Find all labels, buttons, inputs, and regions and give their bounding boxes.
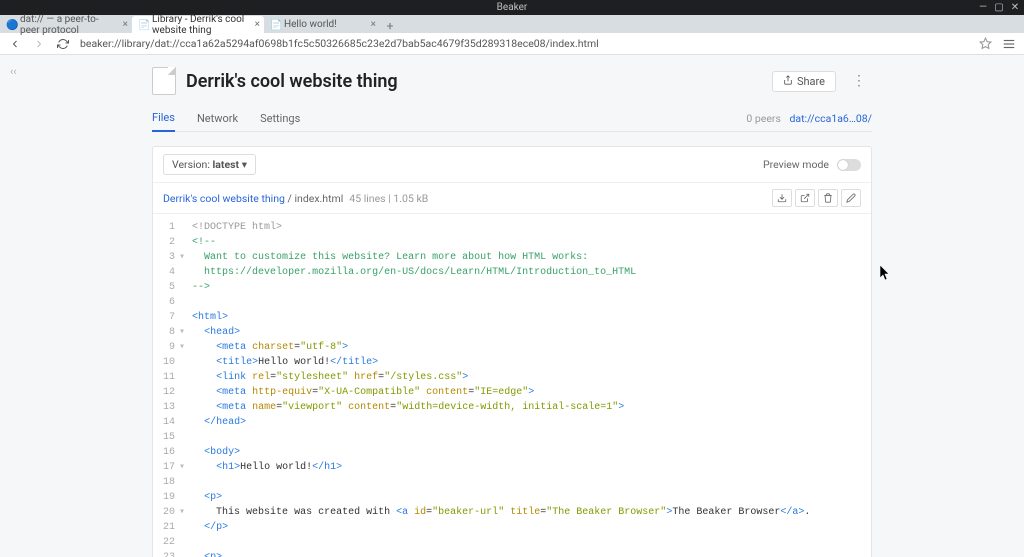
share-label: Share <box>797 75 825 88</box>
maximize-icon[interactable]: ▢ <box>994 2 1004 13</box>
close-tab-icon[interactable]: × <box>255 19 260 30</box>
minimize-icon[interactable]: — <box>978 2 988 13</box>
close-tab-icon[interactable]: × <box>123 19 128 30</box>
download-button[interactable] <box>772 189 792 207</box>
line-number-gutter: 1 2 3 4 5 6 7 8 9 10 11 12 13 14 15 16 1… <box>153 214 179 557</box>
library-subnav: Files Network Settings 0 peers dat://cca… <box>152 105 872 132</box>
tab-label: dat:// — a peer-to-peer protocol <box>20 14 114 36</box>
tab-library[interactable]: 📄 Library - Derrik's cool website thing … <box>132 16 264 33</box>
close-icon[interactable]: ✕ <box>1010 2 1020 13</box>
collapse-sidebar-icon[interactable]: ‹‹ <box>10 65 17 78</box>
breadcrumb: Derrik's cool website thing / index.html <box>163 192 343 205</box>
version-value: latest <box>213 158 240 171</box>
fold-gutter: ▾ ▾ ▾ ▾ ▾ ▾ ▾ ▾ ▾ <box>179 214 188 557</box>
page-title: Derrik's cool website thing <box>186 71 762 92</box>
edit-button[interactable] <box>841 189 861 207</box>
preview-mode-toggle[interactable] <box>837 159 861 171</box>
url-bar[interactable]: beaker://library/dat://cca1a62a5294af069… <box>80 37 968 50</box>
share-icon <box>783 75 793 88</box>
back-button[interactable] <box>8 37 22 51</box>
new-tab-button[interactable]: + <box>380 19 400 33</box>
menu-button[interactable] <box>1002 37 1016 51</box>
browser-navbar: beaker://library/dat://cca1a62a5294af069… <box>0 33 1024 55</box>
code-content: <!DOCTYPE html> <!-- Want to customize t… <box>188 214 820 557</box>
tab-dat-protocol[interactable]: 🔵 dat:// — a peer-to-peer protocol × <box>0 16 132 33</box>
forward-button[interactable] <box>32 37 46 51</box>
os-title: Beaker <box>497 2 528 13</box>
page-content: ‹‹ Derrik's cool website thing Share ⋮ F… <box>0 55 1024 557</box>
window-controls: — ▢ ✕ <box>978 2 1020 13</box>
peers-count: 0 peers <box>746 112 781 125</box>
file-meta: 45 lines | 1.05 kB <box>349 192 428 205</box>
breadcrumb-root[interactable]: Derrik's cool website thing <box>163 192 285 205</box>
close-tab-icon[interactable]: × <box>371 19 376 30</box>
tab-network[interactable]: Network <box>197 106 238 131</box>
library-header: Derrik's cool website thing Share ⋮ <box>152 67 872 95</box>
peers-info: 0 peers dat://cca1a6…08/ <box>746 112 872 125</box>
page-icon: 📄 <box>270 20 280 30</box>
tab-hello-world[interactable]: 📄 Hello world! × <box>264 16 380 33</box>
star-button[interactable] <box>978 37 992 51</box>
version-dropdown[interactable]: Version: latest ▾ <box>163 154 256 175</box>
file-viewer-card: Version: latest ▾ Preview mode Derrik's … <box>152 146 872 557</box>
dat-link[interactable]: dat://cca1a6…08/ <box>789 112 872 125</box>
reload-button[interactable] <box>56 37 70 51</box>
code-editor[interactable]: 1 2 3 4 5 6 7 8 9 10 11 12 13 14 15 16 1… <box>153 214 871 557</box>
tab-label: Hello world! <box>284 19 337 30</box>
breadcrumb-file: index.html <box>294 192 343 205</box>
tab-strip: 🔵 dat:// — a peer-to-peer protocol × 📄 L… <box>0 15 1024 33</box>
chevron-down-icon: ▾ <box>242 158 247 171</box>
share-button[interactable]: Share <box>772 71 836 92</box>
preview-mode-label: Preview mode <box>763 158 829 171</box>
open-external-button[interactable] <box>795 189 815 207</box>
version-label: Version: <box>172 158 210 171</box>
more-menu-button[interactable]: ⋮ <box>846 73 872 89</box>
delete-button[interactable] <box>818 189 838 207</box>
mouse-cursor <box>880 265 892 284</box>
tab-label: Library - Derrik's cool website thing <box>152 14 246 36</box>
tab-files[interactable]: Files <box>152 105 175 132</box>
page-icon: 📄 <box>138 20 148 30</box>
tab-settings[interactable]: Settings <box>260 106 300 131</box>
lock-icon: 🔵 <box>6 20 16 30</box>
file-icon <box>152 67 176 95</box>
